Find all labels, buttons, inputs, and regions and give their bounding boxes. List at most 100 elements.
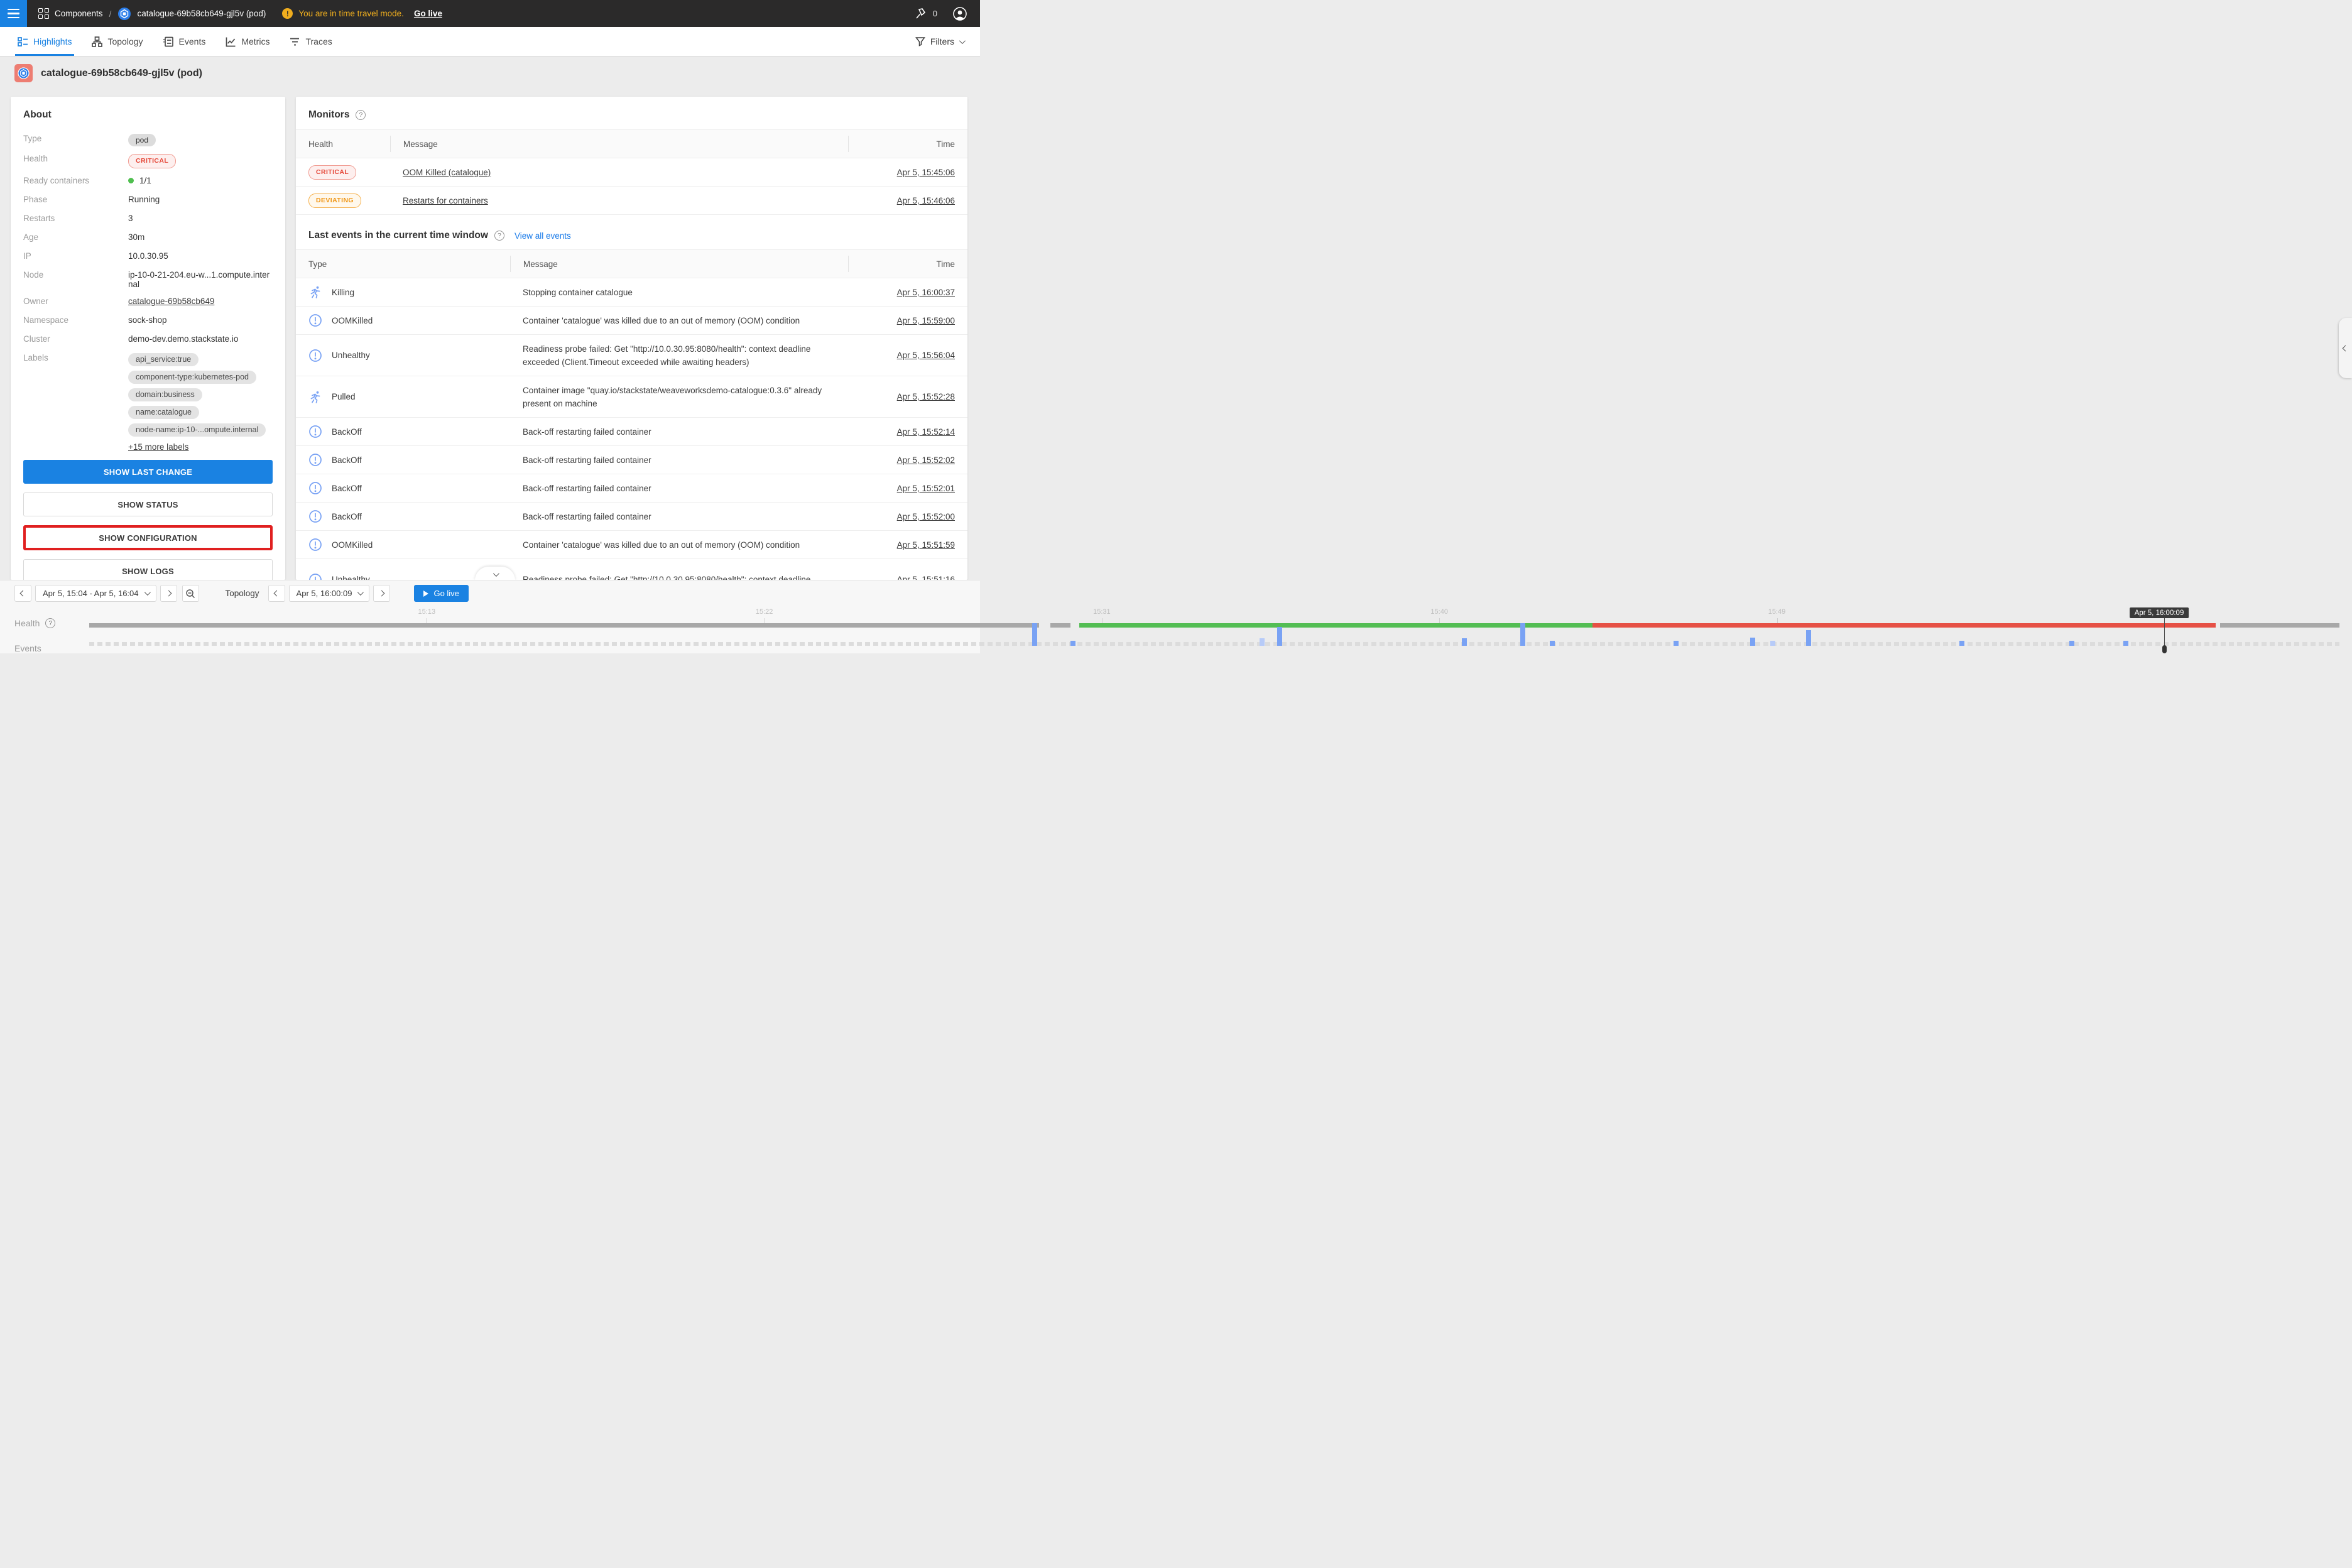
- monitor-row: CRITICAL OOM Killed (catalogue) Apr 5, 1…: [296, 158, 967, 187]
- event-type-label: Pulled: [332, 392, 356, 401]
- hamburger-menu-button[interactable]: [0, 0, 27, 27]
- more-labels-link[interactable]: +15 more labels: [128, 442, 188, 452]
- time-range-dropdown[interactable]: Apr 5, 15:04 - Apr 5, 16:04: [35, 585, 156, 602]
- event-message: Container 'catalogue' was killed due to …: [510, 538, 848, 552]
- monitor-time-link[interactable]: Apr 5, 15:46:06: [897, 196, 955, 205]
- time-marker-tooltip: Apr 5, 16:00:09: [2130, 607, 2189, 618]
- event-message: Back-off restarting failed container: [510, 425, 848, 438]
- collapse-panel-handle[interactable]: [2339, 318, 2352, 378]
- label-pill: name:catalogue: [128, 406, 199, 419]
- event-type-label: BackOff: [332, 512, 362, 521]
- pod-icon: [117, 7, 131, 21]
- time-range-next-button[interactable]: [160, 585, 177, 602]
- show-configuration-button[interactable]: SHOW CONFIGURATION: [23, 525, 273, 550]
- label-pill: component-type:kubernetes-pod: [128, 371, 256, 384]
- about-row-owner: Owner catalogue-69b58cb649: [23, 295, 273, 308]
- tab-traces-label: Traces: [305, 36, 332, 46]
- event-time-link[interactable]: Apr 5, 15:51:16: [897, 575, 955, 580]
- topology-time-value: Apr 5, 16:00:09: [297, 589, 352, 598]
- about-row-cluster: Cluster demo-dev.demo.stackstate.io: [23, 333, 273, 346]
- event-time-link[interactable]: Apr 5, 15:56:04: [897, 351, 955, 360]
- event-time-link[interactable]: Apr 5, 15:52:02: [897, 455, 955, 465]
- event-bar: [2069, 641, 2074, 646]
- event-time-link[interactable]: Apr 5, 15:52:00: [897, 512, 955, 521]
- label-pill: domain:business: [128, 388, 202, 401]
- event-time-link[interactable]: Apr 5, 16:00:37: [897, 288, 955, 297]
- event-time-link[interactable]: Apr 5, 15:52:01: [897, 484, 955, 493]
- event-type-label: Killing: [332, 288, 354, 297]
- go-live-link[interactable]: Go live: [414, 9, 442, 18]
- highlights-icon: [18, 36, 28, 47]
- event-row: Pulled Container image "quay.io/stacksta…: [296, 376, 967, 418]
- about-row-restarts: Restarts 3: [23, 212, 273, 225]
- show-last-change-button[interactable]: SHOW LAST CHANGE: [23, 460, 273, 484]
- tab-events-label: Events: [179, 36, 206, 46]
- event-type-label: Unhealthy: [332, 575, 370, 580]
- time-marker-handle[interactable]: [2162, 645, 2167, 653]
- page-title: catalogue-69b58cb649-gjl5v (pod): [41, 68, 202, 79]
- user-avatar-icon[interactable]: [952, 6, 967, 21]
- time-travel-banner: ! You are in time travel mode. Go live: [282, 8, 442, 19]
- breadcrumb-pod[interactable]: catalogue-69b58cb649-gjl5v (pod): [117, 7, 266, 21]
- topology-icon: [92, 36, 102, 47]
- event-bar: [1550, 641, 1555, 646]
- event-message: Readiness probe failed: Get "http://10.0…: [510, 573, 848, 580]
- events-help-icon[interactable]: ?: [494, 231, 504, 241]
- tab-metrics[interactable]: Metrics: [223, 27, 272, 56]
- event-type-icon: [308, 313, 324, 327]
- owner-link[interactable]: catalogue-69b58cb649: [128, 297, 214, 306]
- event-time-link[interactable]: Apr 5, 15:59:00: [897, 316, 955, 325]
- time-travel-message: You are in time travel mode.: [298, 9, 404, 18]
- event-message: Back-off restarting failed container: [510, 482, 848, 495]
- timeline-strip[interactable]: 15:1315:2215:3115:4015:49 Apr 5, 16:00:0…: [89, 604, 2339, 653]
- event-bar: [1806, 630, 1811, 646]
- zoom-out-button[interactable]: [182, 585, 199, 602]
- event-row: Unhealthy Readiness probe failed: Get "h…: [296, 335, 967, 376]
- label-pill-list: api_service:true component-type:kubernete…: [128, 353, 273, 437]
- tab-events[interactable]: Events: [161, 27, 209, 56]
- event-message: Readiness probe failed: Get "http://10.0…: [510, 342, 848, 369]
- show-logs-button[interactable]: SHOW LOGS: [23, 559, 273, 580]
- health-segment: [2220, 623, 2339, 628]
- event-time-link[interactable]: Apr 5, 15:51:59: [897, 540, 955, 550]
- monitors-help-icon[interactable]: ?: [356, 110, 366, 120]
- time-range-label: Apr 5, 15:04 - Apr 5, 16:04: [43, 589, 139, 598]
- column-header-message: Message: [510, 256, 848, 272]
- topology-time-label: Topology: [226, 589, 259, 598]
- about-title: About: [23, 109, 273, 121]
- event-bar: [1260, 638, 1265, 646]
- event-time-link[interactable]: Apr 5, 15:52:28: [897, 392, 955, 401]
- view-all-events-link[interactable]: View all events: [514, 231, 571, 241]
- tab-traces[interactable]: Traces: [287, 27, 334, 56]
- events-table-header: Type Message Time: [296, 249, 967, 278]
- monitor-message-link[interactable]: OOM Killed (catalogue): [403, 168, 491, 177]
- topology-time-next-button[interactable]: [373, 585, 390, 602]
- breadcrumb-pod-label: catalogue-69b58cb649-gjl5v (pod): [137, 9, 266, 18]
- monitor-health-badge: DEVIATING: [308, 193, 361, 208]
- go-live-button[interactable]: Go live: [414, 585, 468, 602]
- monitor-time-link[interactable]: Apr 5, 15:45:06: [897, 168, 955, 177]
- filters-button[interactable]: Filters: [915, 27, 980, 56]
- time-range-prev-button[interactable]: [14, 585, 31, 602]
- event-time-link[interactable]: Apr 5, 15:52:14: [897, 427, 955, 437]
- monitor-message-link[interactable]: Restarts for containers: [403, 196, 488, 205]
- breadcrumb-components[interactable]: Components: [38, 8, 103, 19]
- label-pill: node-name:ip-10-...ompute.internal: [128, 423, 266, 437]
- about-row-health: Health CRITICAL: [23, 153, 273, 168]
- pin-icon[interactable]: [914, 8, 927, 20]
- health-help-icon[interactable]: ?: [45, 618, 55, 628]
- timeline-health-label: Health: [14, 618, 40, 628]
- about-panel: About Type pod Health CRITICAL Ready con…: [11, 97, 285, 580]
- expand-events-button[interactable]: [475, 567, 515, 580]
- tab-topology[interactable]: Topology: [89, 27, 145, 56]
- show-status-button[interactable]: SHOW STATUS: [23, 493, 273, 516]
- monitor-health-badge: CRITICAL: [308, 165, 356, 180]
- tab-highlights[interactable]: Highlights: [15, 27, 74, 56]
- monitors-table-header: Health Message Time: [296, 129, 967, 158]
- event-type-icon: [308, 453, 324, 467]
- label-pill: api_service:true: [128, 353, 199, 366]
- topology-time-prev-button[interactable]: [268, 585, 285, 602]
- topology-time-dropdown[interactable]: Apr 5, 16:00:09: [289, 585, 370, 602]
- about-row-ready: Ready containers 1/1: [23, 175, 273, 187]
- pod-health-badge-icon: [14, 64, 33, 82]
